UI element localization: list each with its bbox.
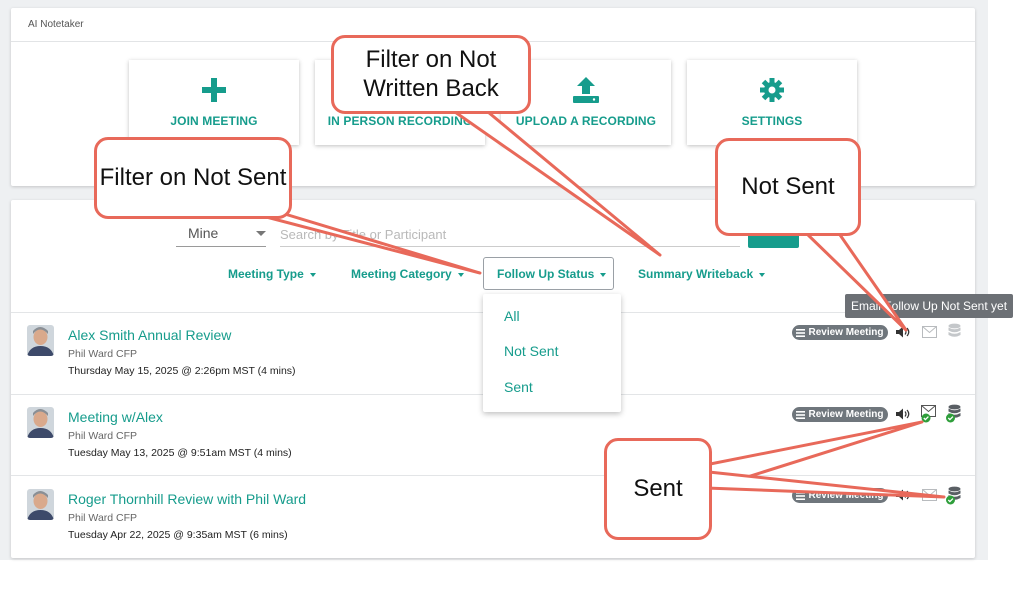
badge-label: Review Meeting bbox=[808, 327, 884, 338]
database-written-icon[interactable] bbox=[946, 404, 964, 423]
email-sent-icon[interactable] bbox=[921, 405, 939, 423]
email-status-tooltip: Email Follow Up Not Sent yet bbox=[845, 294, 1013, 318]
follow-up-status-menu: All Not Sent Sent bbox=[483, 294, 621, 412]
email-not-sent-icon[interactable] bbox=[922, 489, 937, 501]
caret-down-icon bbox=[759, 272, 766, 277]
volume-icon[interactable] bbox=[896, 408, 910, 420]
badge-label: Review Meeting bbox=[808, 490, 884, 501]
callout-filter-not-sent: Filter on Not Sent bbox=[94, 137, 292, 219]
email-not-sent-icon[interactable] bbox=[922, 326, 937, 338]
settings-tile[interactable]: SETTINGS bbox=[687, 60, 857, 145]
meeting-title-link[interactable]: Roger Thornhill Review with Phil Ward bbox=[68, 491, 306, 507]
caret-down-icon bbox=[309, 272, 316, 277]
upload-recording-label: UPLOAD A RECORDING bbox=[515, 114, 657, 128]
summary-writeback-filter[interactable]: Summary Writeback bbox=[638, 267, 766, 281]
review-meeting-badge[interactable]: Review Meeting bbox=[792, 407, 888, 422]
chevron-down-icon bbox=[256, 231, 266, 236]
menu-item-not-sent[interactable]: Not Sent bbox=[504, 343, 558, 359]
callout-not-sent: Not Sent bbox=[715, 138, 861, 236]
menu-item-sent[interactable]: Sent bbox=[504, 379, 533, 395]
app-title: AI Notetaker bbox=[28, 19, 84, 30]
caret-down-icon bbox=[600, 272, 607, 277]
caret-down-icon bbox=[457, 272, 464, 277]
menu-item-all[interactable]: All bbox=[504, 308, 520, 324]
meeting-type-filter[interactable]: Meeting Type bbox=[228, 267, 316, 281]
plus-icon bbox=[201, 75, 227, 105]
gear-icon bbox=[759, 75, 785, 105]
join-meeting-label: JOIN MEETING bbox=[170, 114, 258, 128]
divider bbox=[11, 475, 975, 476]
avatar bbox=[27, 407, 54, 438]
upload-icon bbox=[571, 75, 601, 105]
owner-select-value: Mine bbox=[188, 225, 219, 241]
list-icon bbox=[796, 491, 806, 500]
meeting-category-label: Meeting Category bbox=[351, 267, 452, 281]
meeting-owner: Phil Ward CFP bbox=[68, 348, 138, 360]
settings-label: SETTINGS bbox=[741, 114, 803, 128]
meeting-type-label: Meeting Type bbox=[228, 267, 304, 281]
review-meeting-badge[interactable]: Review Meeting bbox=[792, 325, 888, 340]
list-icon bbox=[796, 328, 806, 337]
callout-sent: Sent bbox=[604, 438, 712, 540]
meeting-title-link[interactable]: Alex Smith Annual Review bbox=[68, 327, 231, 343]
list-icon bbox=[796, 410, 806, 419]
in-person-recording-label: IN PERSON RECORDING bbox=[327, 114, 473, 128]
meeting-date: Tuesday Apr 22, 2025 @ 9:35am MST (6 min… bbox=[68, 529, 288, 541]
owner-select[interactable]: Mine bbox=[176, 222, 266, 247]
review-meeting-badge[interactable]: Review Meeting bbox=[792, 488, 888, 503]
database-not-written-icon[interactable] bbox=[948, 323, 961, 339]
avatar bbox=[27, 325, 54, 356]
volume-icon[interactable] bbox=[896, 489, 910, 501]
meeting-category-filter[interactable]: Meeting Category bbox=[351, 267, 464, 281]
badge-label: Review Meeting bbox=[808, 409, 884, 420]
avatar bbox=[27, 489, 54, 520]
follow-up-status-filter[interactable]: Follow Up Status bbox=[497, 267, 607, 281]
callout-filter-not-written-back: Filter on Not Written Back bbox=[331, 35, 531, 114]
meeting-owner: Phil Ward CFP bbox=[68, 512, 138, 524]
database-written-icon[interactable] bbox=[946, 486, 964, 505]
follow-up-status-label: Follow Up Status bbox=[497, 267, 595, 281]
volume-icon[interactable] bbox=[896, 326, 910, 338]
summary-writeback-label: Summary Writeback bbox=[638, 267, 754, 281]
meeting-title-link[interactable]: Meeting w/Alex bbox=[68, 409, 163, 425]
meeting-owner: Phil Ward CFP bbox=[68, 430, 138, 442]
join-meeting-tile[interactable]: JOIN MEETING bbox=[129, 60, 299, 145]
meeting-date: Thursday May 15, 2025 @ 2:26pm MST (4 mi… bbox=[68, 365, 296, 377]
search-input[interactable] bbox=[280, 222, 740, 247]
meeting-date: Tuesday May 13, 2025 @ 9:51am MST (4 min… bbox=[68, 447, 292, 459]
